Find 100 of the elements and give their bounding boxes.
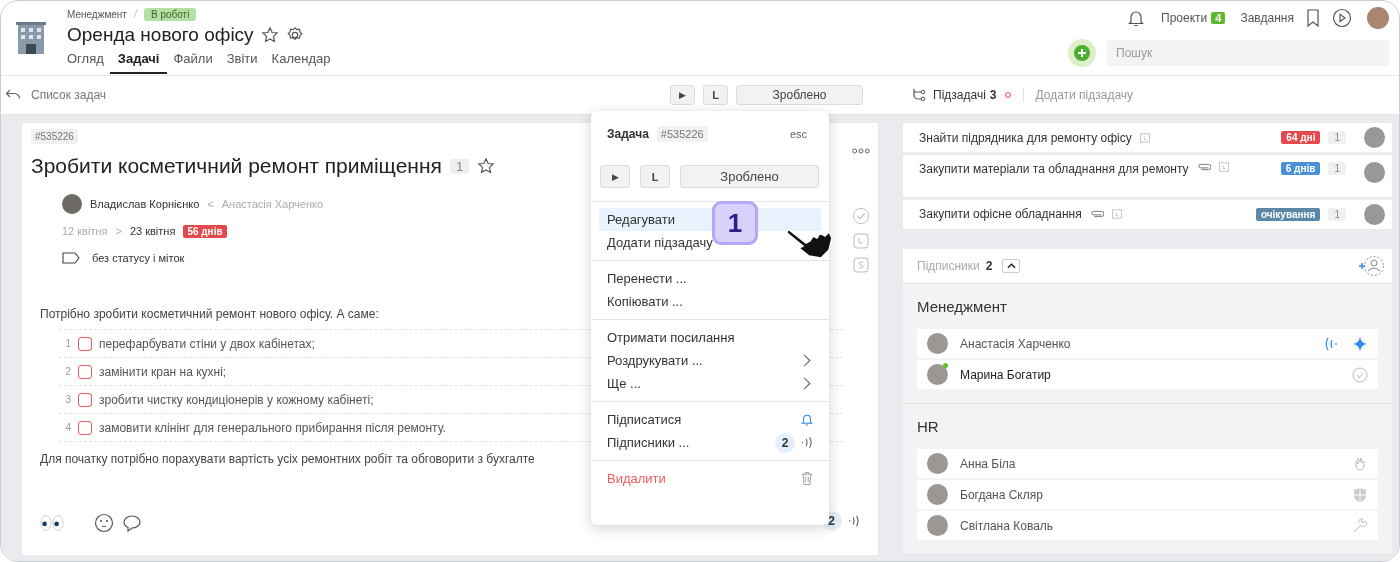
timer-square-icon (1111, 209, 1122, 220)
assignee-avatar (1364, 203, 1385, 225)
task-id-tag: #535226 (31, 129, 78, 144)
timer-button[interactable]: L (640, 165, 670, 188)
chevron-right-icon (801, 376, 813, 391)
check-circle-icon (1352, 366, 1368, 383)
subscriber-row[interactable]: Марина Богатир (917, 360, 1378, 389)
menu-title: Задача (607, 127, 649, 141)
deadline-badge: 6 днів (1280, 162, 1321, 176)
deadline-badge: очікування (1255, 207, 1321, 221)
subtask-title: Закупити офісне обладнання (919, 207, 1082, 222)
assignee-avatar (62, 194, 82, 214)
count-badge: 1 (1328, 207, 1346, 221)
collapse-button[interactable] (1002, 259, 1021, 273)
assignee-avatar (1364, 162, 1385, 184)
subscribers-count-badge: 2 (775, 432, 795, 453)
start-date: 12 квітня (62, 225, 108, 237)
subscriber-row[interactable]: Анастасія Харченко (917, 329, 1378, 358)
emoji-icon[interactable] (94, 513, 114, 533)
tab[interactable]: Календар (271, 51, 331, 74)
group-heading: Менеджмент (917, 298, 1008, 315)
item-number: 3 (64, 394, 71, 405)
done-button[interactable]: Зроблено (736, 85, 863, 105)
trash-icon (801, 471, 813, 486)
user-avatar (927, 333, 948, 354)
checklist-text: замовити клінінг для генерального прибирання після ремонту. (99, 420, 446, 435)
search-field[interactable]: Пошук (1106, 40, 1389, 66)
eyes-icon[interactable] (40, 514, 64, 532)
office-building-icon (16, 20, 46, 54)
assignee-avatar (1364, 127, 1385, 149)
date-arrow: > (115, 225, 122, 237)
count-badge: 1 (1328, 162, 1346, 176)
play-circle-icon[interactable] (1332, 8, 1352, 28)
tab[interactable]: Задачі (109, 51, 168, 74)
overdue-badge: 56 днів (183, 224, 227, 238)
subtask-card[interactable]: Закупити матеріали та обладнання для ремонту 6 днів 1 (903, 155, 1392, 197)
checkbox[interactable] (78, 336, 92, 351)
tab[interactable]: Файли (173, 51, 213, 74)
add-button[interactable] (1068, 39, 1096, 67)
play-button[interactable]: ▶ (670, 85, 695, 105)
subscribers-label: Підписники (917, 259, 980, 273)
user-avatar[interactable] (1367, 7, 1389, 29)
checklist-text: перефарбувати стіни у двох кабінетах; (99, 336, 315, 351)
tags-label[interactable]: без статусу і міток (92, 252, 185, 264)
tasks-link[interactable]: Завдання (1240, 11, 1294, 25)
deadline-badge: 64 дні (1281, 131, 1321, 145)
comment-icon[interactable] (122, 513, 142, 533)
bell-icon (801, 412, 813, 427)
menu-item[interactable]: Підписатися (599, 408, 821, 431)
task-id-tag: #535226 (656, 126, 708, 142)
subscriber-row[interactable]: Анна Біла (917, 449, 1378, 478)
subscriber-name: Богдана Скляр (960, 487, 1043, 502)
done-button[interactable]: Зроблено (680, 165, 819, 188)
menu-item[interactable]: Перенести ... (599, 267, 821, 290)
item-number: 2 (64, 366, 71, 377)
count-badge: 1 (449, 158, 470, 174)
menu-item[interactable]: Отримати посилання (599, 326, 821, 349)
menu-item[interactable]: Ще ... (599, 372, 821, 395)
tab[interactable]: Звіти (226, 51, 258, 74)
timer-square-icon (1218, 162, 1229, 173)
item-number: 4 (64, 422, 71, 433)
breadcrumb-link[interactable]: Менеджмент (67, 8, 127, 20)
checklist-text: замінити кран на кухні; (99, 364, 227, 379)
check-circle-icon[interactable] (851, 207, 870, 225)
group-heading: HR (917, 418, 940, 435)
delegation-mark: < (207, 198, 214, 210)
play-button[interactable]: ▶ (600, 165, 630, 188)
task-list-link[interactable]: Список задач (31, 88, 107, 102)
step-callout: 1 (712, 201, 758, 245)
chevron-right-icon (801, 353, 813, 368)
description-text: Потрібно зробити косметичний ремонт нового офісу. А саме: (40, 307, 380, 321)
esc-hint[interactable]: esc (789, 128, 807, 140)
checkbox[interactable] (78, 392, 92, 407)
subtask-title: Знайти підрядника для ремонту офісу (919, 130, 1132, 145)
chevron-up-icon (1006, 263, 1016, 269)
timer-button[interactable]: L (703, 85, 728, 105)
menu-item[interactable]: Роздрукувати ... (599, 349, 821, 372)
subtask-card[interactable]: Знайти підрядника для ремонту офісу 64 дні 1 (903, 123, 1392, 153)
subscriber-name: Анна Біла (960, 456, 1016, 471)
star-icon[interactable] (477, 157, 496, 175)
tag-icon (62, 252, 80, 264)
subtask-card[interactable]: Закупити офісне обладнання очікування 1 (903, 199, 1392, 229)
subscriber-name: Анастасія Харченко (960, 336, 1071, 351)
status-badge: В роботі (143, 7, 197, 21)
plus-icon (1074, 45, 1090, 61)
menu-item[interactable]: Копіювати ... (599, 290, 821, 313)
checkbox[interactable] (78, 420, 92, 435)
item-number: 1 (64, 338, 71, 349)
subscriber-name: Марина Богатир (960, 367, 1051, 382)
subscriber-row[interactable]: Богдана Скляр (917, 480, 1378, 509)
projects-link[interactable]: Проекти (1161, 11, 1208, 25)
tab[interactable]: Огляд (67, 51, 104, 74)
star-icon[interactable] (260, 26, 279, 44)
menu-item[interactable]: Підписники ... 2 (599, 431, 821, 454)
assignee-name[interactable]: Владислав Корнієнко (90, 198, 200, 210)
checkbox[interactable] (78, 364, 92, 379)
checklist-text: зробити чистку кондиціонерів у кожному кабінеті; (99, 392, 374, 407)
more-icon[interactable] (851, 148, 870, 154)
add-user-icon[interactable] (1358, 254, 1384, 278)
subscriber-row[interactable]: Світлана Коваль (917, 511, 1378, 540)
